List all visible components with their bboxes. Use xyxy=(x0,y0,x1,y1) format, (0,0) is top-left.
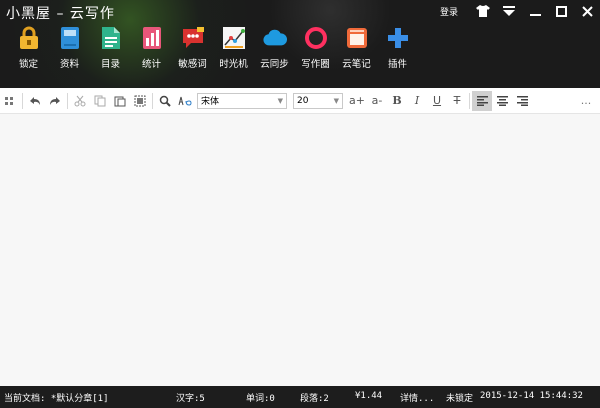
grow-font-button[interactable]: a+ xyxy=(347,91,367,111)
menu-dropdown-icon[interactable] xyxy=(496,0,522,22)
replace-icon[interactable] xyxy=(175,91,195,111)
bold-button[interactable]: B xyxy=(387,91,407,111)
sensitive-words-button[interactable]: 敏感词 xyxy=(172,26,213,70)
app-title: 小黑屋 – 云写作 xyxy=(6,6,115,22)
title-bar: 小黑屋 – 云写作 登录 锁定 资料 目录 统计 敏感词 时光机 云同步 写作圈… xyxy=(0,0,600,88)
close-icon[interactable] xyxy=(574,0,600,22)
undo-icon[interactable] xyxy=(25,91,45,111)
plugins-button[interactable]: 插件 xyxy=(377,26,418,70)
search-icon[interactable] xyxy=(155,91,175,111)
select-all-icon[interactable] xyxy=(130,91,150,111)
window-controls: 登录 xyxy=(440,0,600,22)
italic-button[interactable]: I xyxy=(407,91,427,111)
format-toolbar: 宋体 ▼ 20 ▼ a+ a- B I U T ... xyxy=(0,88,600,114)
chat-icon xyxy=(181,26,205,50)
price-value: ¥1.44 xyxy=(355,391,383,401)
writing-circle-button[interactable]: 写作圈 xyxy=(295,26,336,70)
maximize-icon[interactable] xyxy=(548,0,574,22)
paragraph-count: 段落:2 xyxy=(300,394,329,404)
font-family-select[interactable]: 宋体 ▼ xyxy=(197,92,287,109)
status-bar: 当前文档: *默认分章[1] 汉字:5 单词:0 段落:2 ¥1.44 详情..… xyxy=(0,386,600,408)
cloud-notes-button[interactable]: 云笔记 xyxy=(336,26,377,70)
login-link[interactable]: 登录 xyxy=(440,5,458,18)
shrink-font-button[interactable]: a- xyxy=(367,91,387,111)
copy-icon[interactable] xyxy=(90,91,110,111)
lock-status: 未锁定 xyxy=(446,394,474,404)
grip-icon[interactable] xyxy=(0,91,20,111)
skin-icon[interactable] xyxy=(470,0,496,22)
statistics-icon xyxy=(140,26,164,50)
current-document: 当前文档: *默认分章[1] xyxy=(4,394,109,404)
ring-icon xyxy=(304,26,328,50)
align-right-icon[interactable] xyxy=(512,91,532,111)
plus-icon xyxy=(386,26,410,50)
datetime: 2015-12-14 15:44:32 xyxy=(480,391,583,401)
more-options-button[interactable]: ... xyxy=(576,91,596,111)
char-count: 汉字:5 xyxy=(176,394,205,404)
lock-icon xyxy=(17,26,41,50)
statistics-button[interactable]: 统计 xyxy=(131,26,172,70)
paste-icon[interactable] xyxy=(110,91,130,111)
details-link[interactable]: 详情... xyxy=(400,391,434,404)
strikethrough-button[interactable]: T xyxy=(447,91,467,111)
redo-icon[interactable] xyxy=(45,91,65,111)
align-left-icon[interactable] xyxy=(472,90,492,111)
underline-button[interactable]: U xyxy=(427,91,447,111)
word-count: 单词:0 xyxy=(246,394,275,404)
font-size-select[interactable]: 20 ▼ xyxy=(293,92,343,109)
book-icon xyxy=(58,26,82,50)
minimize-icon[interactable] xyxy=(522,0,548,22)
materials-button[interactable]: 资料 xyxy=(49,26,90,70)
cut-icon[interactable] xyxy=(70,91,90,111)
time-machine-button[interactable]: 时光机 xyxy=(213,26,254,70)
align-center-icon[interactable] xyxy=(492,91,512,111)
cloud-sync-button[interactable]: 云同步 xyxy=(254,26,295,70)
lock-button[interactable]: 锁定 xyxy=(8,26,49,70)
editor-area[interactable] xyxy=(0,114,600,386)
cloud-icon xyxy=(262,26,287,50)
document-icon xyxy=(99,26,123,50)
directory-button[interactable]: 目录 xyxy=(90,26,131,70)
ribbon: 锁定 资料 目录 统计 敏感词 时光机 云同步 写作圈 云笔记 插件 xyxy=(8,26,418,70)
chart-icon xyxy=(222,26,246,50)
notebook-icon xyxy=(345,26,369,50)
